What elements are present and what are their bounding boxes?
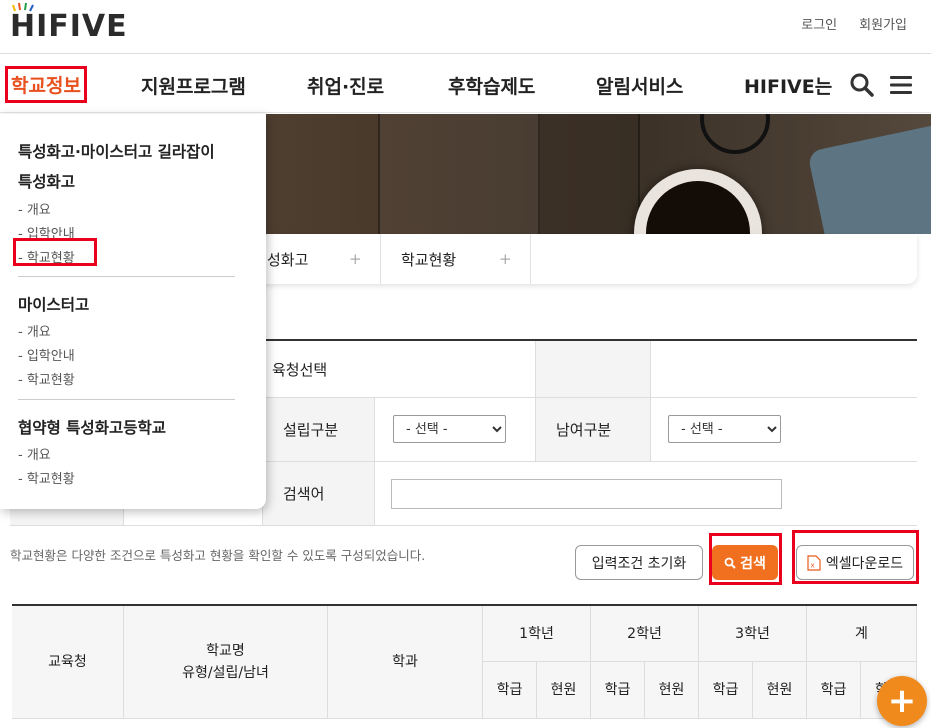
keyword-label: 검색어 xyxy=(263,462,374,525)
search-button[interactable]: 검색 xyxy=(712,545,778,580)
col-grade-2: 2학년 xyxy=(591,606,699,662)
logo-spark-icon xyxy=(12,2,34,12)
menu-agreement-high[interactable]: 협약형 특성화고등학교 xyxy=(18,416,166,438)
col-school-line2: 유형/설립/남녀 xyxy=(182,665,269,681)
nav-notification[interactable]: 알림서비스 xyxy=(596,72,683,99)
col-grade-3: 3학년 xyxy=(699,606,807,662)
menu-meister-admission[interactable]: - 입학안내 xyxy=(18,345,75,364)
main-navigation: 학교정보 지원프로그램 취업·진로 후학습제도 알림서비스 HIFIVE는 xyxy=(0,55,931,113)
found-type-select[interactable]: - 선택 - xyxy=(393,415,506,443)
col-students: 현원 xyxy=(753,662,807,719)
col-class: 학급 xyxy=(591,662,645,719)
menu-agreement-school-status[interactable]: - 학교현황 xyxy=(18,468,75,487)
menu-specialized-admission[interactable]: - 입학안내 xyxy=(18,223,75,242)
logo-text: HIFIVE xyxy=(10,9,128,44)
col-office: 교육청 xyxy=(12,606,124,719)
hifive-logo[interactable]: HIFIVE xyxy=(10,2,128,44)
col-class: 학급 xyxy=(807,662,861,719)
school-info-dropdown: 특성화고·마이스터고 길라잡이 특성화고 - 개요 - 입학안내 - 학교현황 … xyxy=(0,114,266,509)
tab-school-status[interactable]: 학교현황 + xyxy=(401,234,529,284)
menu-agreement-overview[interactable]: - 개요 xyxy=(18,444,51,463)
login-link[interactable]: 로그인 xyxy=(801,14,837,33)
nav-about-hifive[interactable]: HIFIVE는 xyxy=(744,72,832,99)
col-class: 학급 xyxy=(699,662,753,719)
nav-school-info[interactable]: 학교정보 xyxy=(5,66,87,103)
col-school: 학교명 유형/설립/남녀 xyxy=(124,606,328,719)
plus-icon: + xyxy=(499,250,512,268)
col-students: 현원 xyxy=(645,662,699,719)
wood-board xyxy=(380,114,540,234)
reset-conditions-button[interactable]: 입력조건 초기화 xyxy=(575,545,703,580)
col-school-line1: 학교명 xyxy=(206,643,245,659)
nav-support-program[interactable]: 지원프로그램 xyxy=(141,72,246,99)
nav-further-study[interactable]: 후학습제도 xyxy=(448,72,535,99)
menu-meister-overview[interactable]: - 개요 xyxy=(18,321,51,340)
found-type-label: 설립구분 xyxy=(263,398,374,461)
col-department: 학과 xyxy=(328,606,483,719)
keyword-input[interactable] xyxy=(391,479,782,509)
top-bar: HIFIVE 로그인 회원가입 xyxy=(0,0,931,54)
excel-button-label: 엑셀다운로드 xyxy=(825,555,904,572)
menu-specialized-overview[interactable]: - 개요 xyxy=(18,199,51,218)
signup-link[interactable]: 회원가입 xyxy=(859,14,907,33)
col-grade-1: 1학년 xyxy=(483,606,591,662)
hamburger-menu-icon[interactable] xyxy=(888,72,914,98)
tab-label: 성화고 xyxy=(267,250,309,269)
gender-label: 남여구분 xyxy=(536,398,650,461)
search-icon xyxy=(724,557,736,569)
tab-specialized-school[interactable]: 성화고 + xyxy=(267,234,380,284)
col-class: 학급 xyxy=(483,662,537,719)
description-text: 학교현황은 다양한 조건으로 특성화고 현황을 확인할 수 있도록 구성되었습니… xyxy=(10,548,426,563)
excel-download-button[interactable]: x 엑셀다운로드 xyxy=(796,545,914,580)
gender-select[interactable]: - 선택 - xyxy=(668,415,781,443)
tab-label: 학교현황 xyxy=(401,250,457,269)
menu-meister-school-status[interactable]: - 학교현황 xyxy=(18,369,75,388)
nav-career[interactable]: 취업·진로 xyxy=(307,72,384,99)
utility-links: 로그인 회원가입 xyxy=(801,14,907,33)
glasses-decoration xyxy=(700,114,770,154)
office-select-value[interactable]: 육청선택 xyxy=(272,341,327,397)
wood-board xyxy=(540,114,640,234)
menu-meister-high[interactable]: 마이스터고 xyxy=(18,293,89,315)
col-students: 현원 xyxy=(537,662,591,719)
excel-file-icon: x xyxy=(807,554,821,571)
menu-specialized-school-status[interactable]: - 학교현황 xyxy=(18,247,75,266)
svg-text:x: x xyxy=(810,561,814,569)
tablet-image xyxy=(807,118,931,234)
menu-guide[interactable]: 특성화고·마이스터고 길라잡이 xyxy=(18,140,215,162)
col-total: 계 xyxy=(807,606,917,662)
menu-specialized-high[interactable]: 특성화고 xyxy=(18,170,75,192)
floating-plus-button[interactable]: + xyxy=(877,676,927,726)
coffee-mug-image xyxy=(634,169,762,234)
plus-icon: + xyxy=(349,250,362,268)
results-table: 교육청 학교명 유형/설립/남녀 학과 1학년 2학년 3학년 계 학급 현원 … xyxy=(12,604,917,728)
search-icon[interactable] xyxy=(849,72,875,98)
search-button-label: 검색 xyxy=(740,555,766,572)
